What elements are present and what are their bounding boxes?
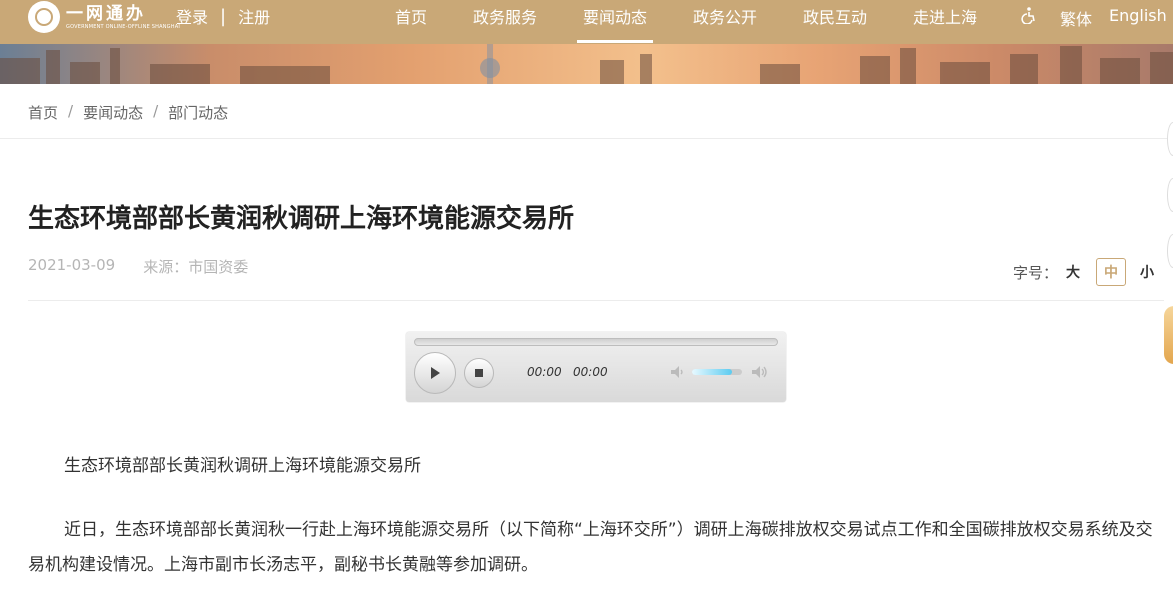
play-icon (431, 367, 440, 379)
wheelchair-icon[interactable] (1020, 6, 1038, 24)
font-size-label: 字号： (1013, 263, 1059, 282)
volume-max-icon[interactable] (749, 362, 769, 382)
breadcrumb-divider (0, 138, 1173, 139)
logo-title: 一网通办 (66, 3, 146, 24)
breadcrumb-separator: / (153, 102, 159, 120)
nav-gov-services[interactable]: 政务服务 (473, 4, 537, 28)
skyline-banner (0, 44, 1173, 84)
skyline-illustration (0, 44, 1173, 84)
audio-current-time: 00:00 (527, 365, 562, 379)
traditional-chinese-link[interactable]: 繁体 (1060, 6, 1092, 30)
volume-slider[interactable] (692, 369, 742, 375)
volume-level (692, 369, 732, 375)
font-size-switcher: 字号： 大 中 小 (1013, 258, 1162, 286)
audio-duration: 00:00 (573, 365, 608, 379)
font-size-large-button[interactable]: 大 (1058, 258, 1088, 286)
article-date: 2021-03-09 (28, 256, 116, 274)
stop-button[interactable] (464, 358, 494, 388)
register-link[interactable]: 注册 (238, 4, 270, 28)
article-header-divider (28, 300, 1164, 301)
floating-tool-button[interactable] (1167, 122, 1173, 156)
logo-subtitle: GOVERNMENT ONLINE-OFFLINE SHANGHAI (66, 23, 181, 30)
nav-interaction[interactable]: 政民互动 (803, 4, 867, 28)
auth-separator: | (220, 5, 227, 27)
mute-icon[interactable] (668, 362, 688, 382)
breadcrumb-home[interactable]: 首页 (28, 102, 58, 123)
nav-shanghai[interactable]: 走进上海 (913, 4, 977, 28)
font-size-medium-button[interactable]: 中 (1096, 258, 1127, 286)
article-meta: 2021-03-09 来源：市国资委 (28, 256, 248, 277)
article-source: 来源：市国资委 (143, 258, 249, 276)
font-size-small-button[interactable]: 小 (1132, 258, 1162, 286)
top-navigation-bar: 一网通办 GOVERNMENT ONLINE-OFFLINE SHANGHAI … (0, 0, 1173, 44)
site-logo[interactable]: 一网通办 GOVERNMENT ONLINE-OFFLINE SHANGHAI (28, 0, 180, 34)
breadcrumb: 首页 / 要闻动态 / 部门动态 (28, 102, 228, 123)
floating-tool-button[interactable] (1167, 178, 1173, 212)
play-button[interactable] (414, 352, 456, 394)
nav-news[interactable]: 要闻动态 (576, 4, 654, 43)
article-paragraph: 近日，生态环境部部长黄润秋一行赴上海环境能源交易所（以下简称“上海环交所”）调研… (28, 520, 1153, 575)
audio-player: 00:00 00:00 (406, 332, 786, 402)
auth-links: 登录 | 注册 (176, 4, 270, 28)
audio-progress-bar[interactable] (414, 338, 778, 346)
logo-emblem-icon (28, 1, 60, 33)
article-title: 生态环境部部长黄润秋调研上海环境能源交易所 (28, 204, 575, 234)
floating-tool-button[interactable] (1167, 234, 1173, 268)
breadcrumb-separator: / (68, 102, 74, 120)
login-link[interactable]: 登录 (176, 4, 208, 28)
nav-home[interactable]: 首页 (395, 4, 427, 28)
breadcrumb-department[interactable]: 部门动态 (168, 102, 228, 123)
english-link[interactable]: English (1109, 6, 1167, 25)
floating-assistant-icon[interactable] (1164, 306, 1173, 364)
nav-gov-open[interactable]: 政务公开 (693, 4, 757, 28)
article-paragraph: 生态环境部部长黄润秋调研上海环境能源交易所 (64, 456, 421, 476)
breadcrumb-news[interactable]: 要闻动态 (83, 102, 143, 123)
stop-icon (475, 369, 483, 377)
